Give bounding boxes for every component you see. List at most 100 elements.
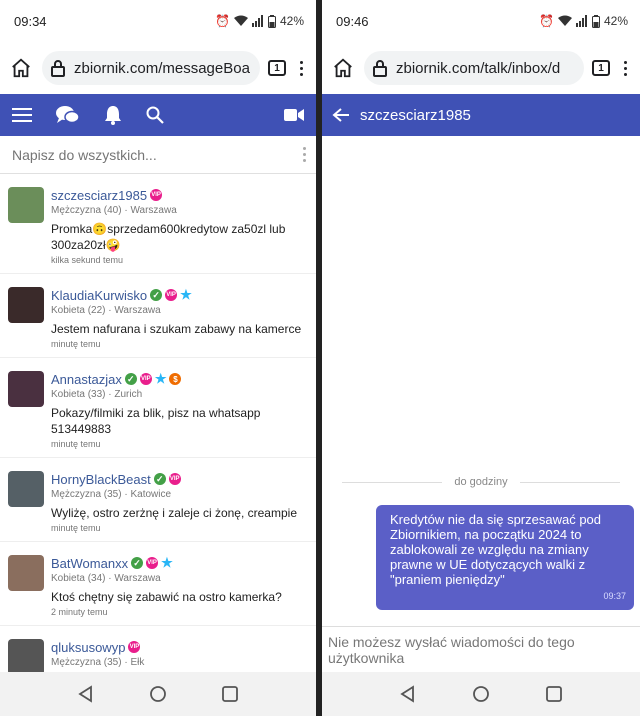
vip-badge-icon: VIP bbox=[168, 473, 181, 485]
battery-icon bbox=[267, 14, 276, 28]
home-icon bbox=[12, 58, 30, 78]
address-bar[interactable]: zbiornik.com/talk/inbox/d bbox=[364, 51, 584, 85]
vip-badge-icon: VIP bbox=[128, 641, 141, 653]
post-message: Promka🙃sprzedam600kredytow za50zl lub 30… bbox=[51, 222, 286, 252]
tabs-button[interactable]: 1 bbox=[592, 60, 610, 76]
username-link[interactable]: szczesciarz1985 bbox=[51, 188, 147, 203]
feed-post[interactable]: BatWomanxx ✓ VIP ★ Kobieta (34) · Warszawa Kt… bbox=[0, 542, 316, 626]
avatar[interactable] bbox=[8, 471, 44, 507]
search-icon[interactable] bbox=[146, 106, 164, 124]
left-screen: 09:34 ⏰ 42% zbiornik.com/messageBoa 1 sz… bbox=[0, 0, 316, 716]
username-link[interactable]: qluksusowyp bbox=[51, 640, 125, 655]
browser-toolbar: zbiornik.com/messageBoa 1 bbox=[0, 42, 316, 94]
alarm-icon: ⏰ bbox=[215, 14, 230, 28]
chat-contact-name[interactable]: szczesciarz1985 bbox=[360, 107, 471, 124]
home-icon bbox=[334, 58, 352, 78]
home-nav-icon[interactable] bbox=[472, 685, 490, 703]
android-nav-bar bbox=[0, 672, 316, 716]
verified-check-icon: ✓ bbox=[124, 373, 137, 385]
star-icon: ★ bbox=[154, 371, 167, 386]
post-message: Wyliżę, ostro zerżnę i zaleje ci żonę, c… bbox=[51, 506, 297, 520]
vip-badge-icon: VIP bbox=[146, 557, 159, 569]
user-meta: Kobieta (22) · Warszawa bbox=[51, 305, 161, 316]
star-icon: ★ bbox=[180, 287, 192, 302]
username-link[interactable]: Annastazjax bbox=[51, 372, 122, 387]
browser-menu-button[interactable] bbox=[618, 60, 632, 76]
battery-level: 42% bbox=[603, 14, 628, 28]
bell-icon[interactable] bbox=[104, 105, 122, 125]
message-time: 09:37 bbox=[603, 591, 626, 601]
user-meta: Mężczyzna (35) · Ełk bbox=[51, 657, 145, 668]
home-nav-icon[interactable] bbox=[149, 685, 167, 703]
date-separator: do godziny bbox=[342, 476, 620, 488]
username-link[interactable]: KlaudiaKurwisko bbox=[51, 288, 147, 303]
post-time: minutę temu bbox=[51, 523, 101, 533]
lock-icon bbox=[373, 60, 387, 77]
post-time: kilka sekund temu bbox=[51, 255, 124, 265]
star-icon: ★ bbox=[161, 555, 173, 570]
back-nav-icon[interactable] bbox=[77, 685, 95, 703]
user-meta: Kobieta (33) · Zurich bbox=[51, 389, 143, 400]
avatar[interactable] bbox=[8, 371, 44, 407]
feed-post[interactable]: KlaudiaKurwisko ✓ VIP ★ Kobieta (22) · Warsz… bbox=[0, 274, 316, 358]
username-link[interactable]: HornyBlackBeast bbox=[51, 472, 151, 487]
address-bar[interactable]: zbiornik.com/messageBoa bbox=[42, 51, 260, 85]
home-button[interactable] bbox=[8, 55, 34, 81]
username-link[interactable]: BatWomanxx bbox=[51, 556, 128, 571]
feed-post[interactable]: qluksusowypVIPMężczyzna (35) · EłkZrobię… bbox=[0, 626, 316, 672]
home-button[interactable] bbox=[330, 55, 356, 81]
recents-nav-icon[interactable] bbox=[221, 685, 239, 703]
post-message: Ktoś chętny się zabawić na ostro kamerka… bbox=[51, 590, 282, 604]
user-meta: Mężczyzna (35) · Katowice bbox=[51, 489, 172, 500]
status-time: 09:46 bbox=[336, 13, 369, 29]
status-time: 09:34 bbox=[14, 13, 47, 29]
hamburger-menu-icon[interactable] bbox=[12, 107, 32, 123]
verified-check-icon: ✓ bbox=[153, 473, 166, 485]
battery-level: 42% bbox=[279, 14, 304, 28]
vip-badge-icon: VIP bbox=[165, 289, 178, 301]
avatar[interactable] bbox=[8, 187, 44, 223]
message-board-feed: szczesciarz1985 VIP Mężczyzna (40) · Warsz… bbox=[0, 174, 316, 672]
post-message: Pokazy/filmiki za blik, pisz na whatsapp… bbox=[51, 406, 261, 436]
compose-input[interactable] bbox=[12, 146, 262, 163]
chat-header: szczesciarz1985 bbox=[322, 94, 640, 136]
browser-toolbar: zbiornik.com/talk/inbox/d 1 bbox=[322, 42, 640, 94]
android-nav-bar bbox=[322, 672, 640, 716]
back-nav-icon[interactable] bbox=[399, 685, 417, 703]
post-time: 2 minuty temu bbox=[51, 607, 108, 617]
video-camera-icon[interactable] bbox=[284, 108, 304, 122]
browser-menu-button[interactable] bbox=[294, 60, 308, 76]
status-bar: 09:34 ⏰ 42% bbox=[0, 0, 316, 42]
signal-icon bbox=[251, 15, 263, 27]
compose-bar bbox=[0, 136, 316, 174]
lock-icon bbox=[51, 60, 65, 77]
verified-check-icon: ✓ bbox=[150, 289, 163, 301]
avatar[interactable] bbox=[8, 639, 44, 672]
feed-post[interactable]: Annastazjax ✓ VIP ★ $ Kobieta (33) · Zurich Po… bbox=[0, 358, 316, 458]
post-time: minutę temu bbox=[51, 439, 101, 449]
feed-post[interactable]: HornyBlackBeast ✓ VIP Mężczyzna (35) · Kato… bbox=[0, 458, 316, 542]
recents-nav-icon[interactable] bbox=[545, 685, 563, 703]
post-message: Jestem nafurana i szukam zabawy na kamer… bbox=[51, 322, 302, 336]
compose-options-button[interactable] bbox=[303, 147, 306, 162]
tabs-button[interactable]: 1 bbox=[268, 60, 286, 76]
wifi-icon bbox=[233, 15, 248, 26]
vip-badge-icon: VIP bbox=[150, 189, 163, 201]
status-bar: 09:46 ⏰ 42% bbox=[322, 0, 640, 42]
back-arrow-icon[interactable] bbox=[332, 107, 350, 123]
feed-post[interactable]: szczesciarz1985 VIP Mężczyzna (40) · Warsz… bbox=[0, 174, 316, 274]
chat-bubbles-icon[interactable] bbox=[56, 105, 80, 125]
app-bar bbox=[0, 94, 316, 136]
post-time: minutę temu bbox=[51, 339, 101, 349]
user-meta: Kobieta (34) · Warszawa bbox=[51, 573, 161, 584]
url-text: zbiornik.com/talk/inbox/d bbox=[396, 59, 561, 77]
avatar[interactable] bbox=[8, 555, 44, 591]
cannot-send-notice: Nie możesz wysłać wiadomości do tego uży… bbox=[322, 626, 640, 672]
vip-badge-icon: VIP bbox=[139, 373, 152, 385]
avatar[interactable] bbox=[8, 287, 44, 323]
wifi-icon bbox=[557, 15, 572, 26]
message-text: Kredytów nie da się sprzesawać pod Zbior… bbox=[390, 512, 602, 587]
verified-check-icon: ✓ bbox=[131, 557, 144, 569]
user-meta: Mężczyzna (40) · Warszawa bbox=[51, 205, 177, 216]
message-bubble[interactable]: Kredytów nie da się sprzesawać pod Zbior… bbox=[376, 505, 634, 610]
